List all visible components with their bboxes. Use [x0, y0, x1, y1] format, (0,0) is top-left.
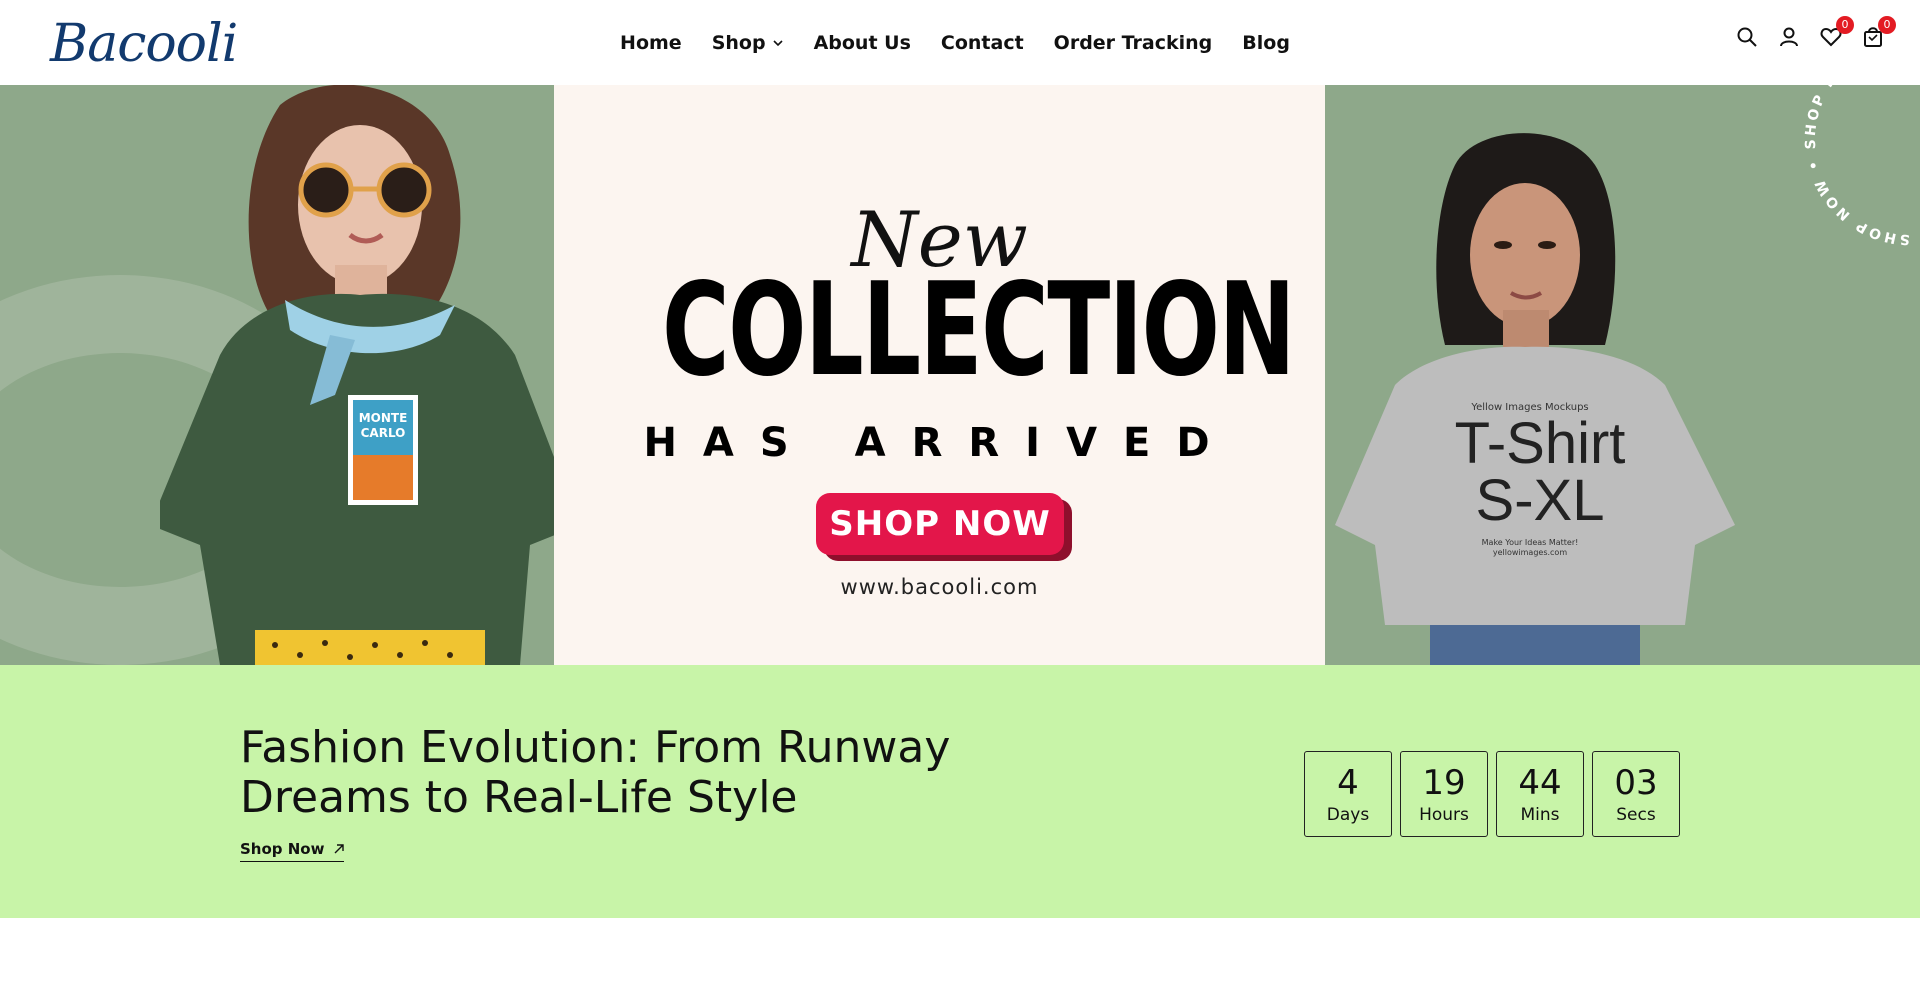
- hero-url: www.bacooli.com: [840, 575, 1039, 599]
- tee-small-text-1: Make Your Ideas Matter!: [1482, 538, 1579, 547]
- countdown-days-label: Days: [1326, 805, 1370, 825]
- countdown-secs-label: Secs: [1616, 805, 1656, 825]
- patch-text-line1: MONTE: [359, 411, 408, 425]
- countdown-secs-value: 03: [1614, 763, 1658, 803]
- nav-home-label: Home: [620, 31, 682, 54]
- patch-text-line2: CARLO: [361, 426, 406, 440]
- nav-shop[interactable]: Shop: [712, 32, 784, 54]
- hero-left-panel: MONTE CARLO: [0, 85, 554, 665]
- promo-headline: Fashion Evolution: From Runway Dreams to…: [240, 723, 1000, 823]
- countdown-secs: 03 Secs: [1592, 751, 1680, 837]
- nav-contact-label: Contact: [940, 31, 1024, 54]
- promo-countdown-section: Fashion Evolution: From Runway Dreams to…: [0, 665, 1920, 918]
- nav-about-label: About Us: [813, 31, 911, 54]
- countdown-days: 4 Days: [1304, 751, 1392, 837]
- search-icon[interactable]: [1736, 26, 1758, 48]
- nav-order-tracking[interactable]: Order Tracking: [1054, 32, 1213, 54]
- tee-text-line2: S-XL: [1476, 468, 1605, 533]
- countdown-days-value: 4: [1337, 763, 1359, 803]
- header-icons: 0 0: [1736, 16, 1896, 48]
- countdown-mins-value: 44: [1518, 763, 1562, 803]
- promo-headline-line1: Fashion Evolution: From Runway: [240, 722, 951, 773]
- promo-link-label: Shop Now: [240, 840, 325, 858]
- countdown-mins: 44 Mins: [1496, 751, 1584, 837]
- chevron-down-icon: [772, 39, 783, 46]
- promo-shop-now-link[interactable]: Shop Now: [240, 840, 345, 862]
- circular-text: SHOP NOW • SHOP NOW •: [1803, 85, 1908, 247]
- hero-right-panel: Yellow Images Mockups T-Shirt S-XL Make …: [1325, 85, 1920, 665]
- countdown-hours-value: 19: [1422, 763, 1466, 803]
- tee-small-text-2: yellowimages.com: [1493, 548, 1567, 557]
- hero-headline: COLLECTION: [661, 256, 1296, 405]
- nav-shop-label: Shop: [711, 31, 766, 54]
- hero-center-panel: New COLLECTION HAS ARRIVED SHOP NOW www.…: [554, 85, 1325, 665]
- hero-banner: MONTE CARLO New COLLECTION HAS ARRIVED S…: [0, 85, 1920, 665]
- shop-now-button[interactable]: SHOP NOW: [816, 493, 1064, 555]
- nav-home[interactable]: Home: [620, 32, 682, 54]
- nav-blog[interactable]: Blog: [1242, 32, 1290, 54]
- main-nav: Home Shop About Us Contact Order Trackin…: [0, 0, 1920, 85]
- countdown-timer: 4 Days 19 Hours 44 Mins 03 Secs: [1304, 751, 1680, 837]
- cart-icon[interactable]: 0: [1862, 16, 1896, 48]
- countdown-mins-label: Mins: [1520, 805, 1560, 825]
- hero-subheadline: HAS ARRIVED: [643, 420, 1236, 466]
- site-header: Bacooli Home Shop About Us Contact Order…: [0, 0, 1920, 85]
- countdown-hours-label: Hours: [1419, 805, 1469, 825]
- model-left-image: MONTE CARLO: [160, 85, 554, 665]
- promo-headline-line2: Dreams to Real-Life Style: [240, 772, 798, 823]
- cart-count-badge: 0: [1878, 16, 1896, 34]
- arrow-up-right-icon: [334, 844, 345, 854]
- nav-blog-label: Blog: [1242, 31, 1290, 54]
- nav-order-label: Order Tracking: [1053, 31, 1213, 54]
- user-icon[interactable]: [1778, 26, 1800, 48]
- heart-icon[interactable]: 0: [1820, 16, 1854, 48]
- tee-text-line1: T-Shirt: [1455, 411, 1626, 476]
- model-right-image: Yellow Images Mockups T-Shirt S-XL Make …: [1335, 133, 1735, 665]
- wishlist-count-badge: 0: [1836, 16, 1854, 34]
- svg-text:SHOP NOW • SHOP NOW •: SHOP NOW • SHOP NOW •: [1803, 85, 1911, 247]
- nav-about-us[interactable]: About Us: [814, 32, 911, 54]
- shop-now-circular-badge[interactable]: SHOP NOW • SHOP NOW •: [1760, 85, 1920, 255]
- nav-contact[interactable]: Contact: [941, 32, 1024, 54]
- countdown-hours: 19 Hours: [1400, 751, 1488, 837]
